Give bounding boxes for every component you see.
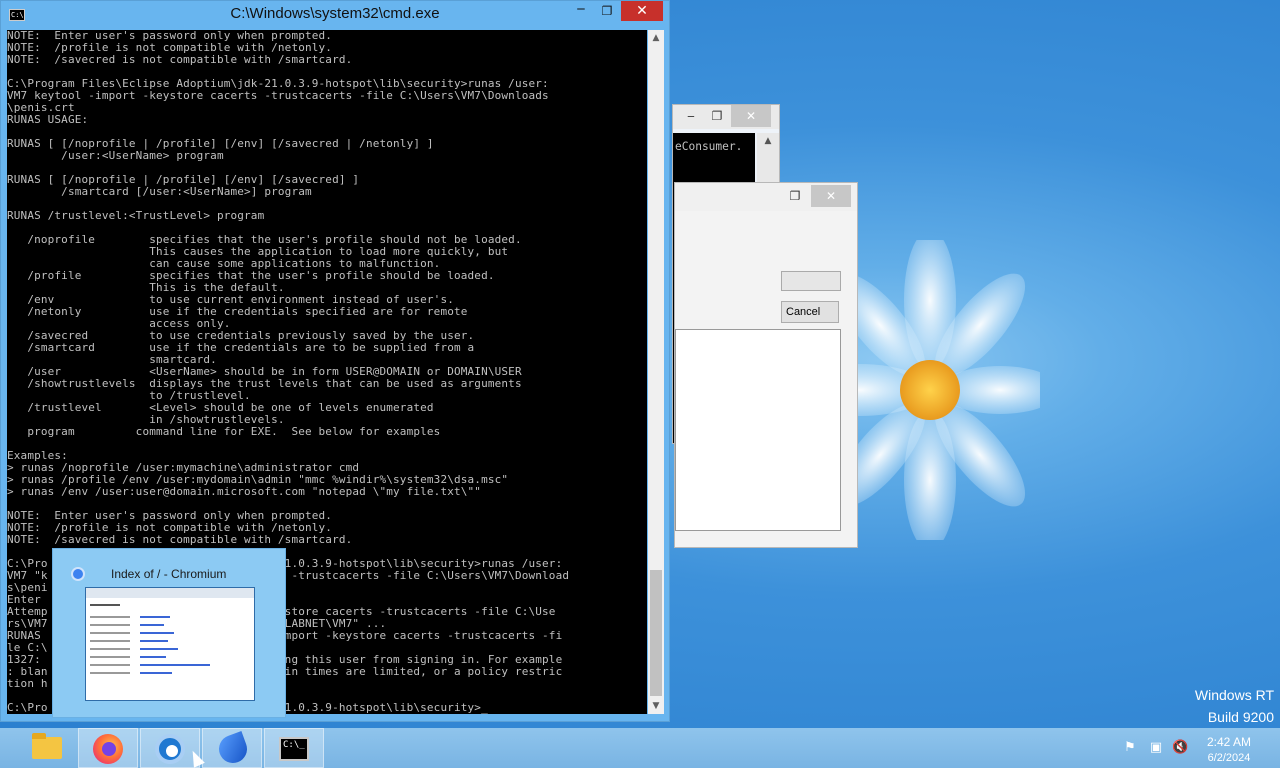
- chromium-preview-title: Index of / - Chromium: [111, 567, 227, 581]
- background-dialog-titlebar[interactable]: ❐ ✕: [675, 183, 857, 211]
- thumbnail-line: [140, 624, 164, 626]
- console-line: /smartcard [/user:<UserName>] program: [7, 185, 312, 198]
- maximize-icon[interactable]: ❐: [779, 185, 811, 207]
- chromium-preview-thumbnail[interactable]: [85, 587, 255, 701]
- action-center-flag-icon[interactable]: ⚑: [1122, 740, 1138, 756]
- cmd-icon: C:\_: [279, 737, 309, 761]
- feather-app-icon: [215, 731, 251, 767]
- thumbnail-line: [90, 664, 130, 666]
- scrollbar-thumb[interactable]: [650, 570, 662, 696]
- scroll-down-icon[interactable]: ▼: [648, 698, 664, 714]
- console-line: /user:<UserName> program: [7, 149, 224, 162]
- taskbar-app-button[interactable]: [202, 728, 262, 768]
- maximize-icon[interactable]: ❐: [701, 105, 733, 127]
- firefox-icon: [93, 734, 123, 764]
- network-icon[interactable]: ▣: [1148, 740, 1164, 756]
- thumbnail-line: [90, 648, 130, 650]
- background-window-titlebar[interactable]: ‒ ❐ ✕: [673, 105, 779, 129]
- watermark-line-1: Windows RT: [1194, 687, 1274, 703]
- console-line: > runas /env /user:user@domain.microsoft…: [7, 485, 482, 498]
- thumbnail-line: [140, 656, 166, 658]
- thumbnail-line: [140, 640, 168, 642]
- folder-icon: [32, 733, 62, 759]
- thumbnail-line: [140, 664, 210, 666]
- thumbnail-line: [140, 672, 172, 674]
- taskbar-file-explorer-button[interactable]: [16, 728, 76, 768]
- watermark-line-2: Build 9200: [1207, 709, 1274, 725]
- thumbnail-line: [90, 656, 130, 658]
- chromium-taskbar-preview[interactable]: Index of / - Chromium: [52, 548, 286, 718]
- thumbnail-line: [140, 632, 174, 634]
- minimize-icon[interactable]: ‒: [567, 1, 595, 21]
- thumbnail-line: [140, 616, 170, 618]
- thumbnail-heading: [90, 604, 120, 606]
- thumbnail-line: [90, 672, 130, 674]
- dialog-text-field[interactable]: [781, 271, 841, 291]
- thumbnail-browser-toolbar: [86, 588, 254, 598]
- clock-date: 6/2/2024: [1207, 752, 1251, 764]
- console-line: NOTE: /savecred is not compatible with /…: [7, 53, 353, 66]
- volume-muted-icon[interactable]: 🔇: [1172, 740, 1188, 756]
- background-console-line: eConsumer.: [675, 140, 743, 153]
- scroll-up-icon[interactable]: ▲: [648, 30, 664, 46]
- chromium-icon: [155, 734, 185, 764]
- background-console-line: [675, 159, 755, 183]
- close-icon[interactable]: ✕: [731, 105, 771, 127]
- background-dialog-window[interactable]: ❐ ✕ Cancel: [674, 182, 858, 548]
- clock-time: 2:42 AM: [1206, 735, 1252, 749]
- thumbnail-line: [90, 640, 130, 642]
- console-scrollbar[interactable]: ▲ ▼: [648, 30, 664, 714]
- windows-watermark: Windows RT Build 9200: [1195, 684, 1274, 728]
- thumbnail-line: [90, 632, 130, 634]
- console-line: VM7 keytool -import -keystore cacerts -t…: [7, 89, 549, 102]
- thumbnail-line: [140, 648, 178, 650]
- console-line: RUNAS /trustlevel:<TrustLevel> program: [7, 209, 265, 222]
- console-line: \penis.crt: [7, 101, 75, 114]
- console-line: program command line for EXE. See below …: [7, 425, 441, 438]
- cmd-titlebar[interactable]: C:\ C:\Windows\system32\cmd.exe ‒ ❐ ✕: [1, 1, 669, 29]
- chromium-icon: [71, 567, 85, 581]
- cancel-button[interactable]: Cancel: [781, 301, 839, 323]
- taskbar-clock[interactable]: 2:42 AM 6/2/2024: [1198, 734, 1260, 766]
- maximize-icon[interactable]: ❐: [595, 1, 619, 21]
- dialog-list-box[interactable]: [675, 329, 841, 531]
- scroll-up-icon[interactable]: ▲: [757, 133, 779, 149]
- taskbar-cmd-button[interactable]: C:\_: [264, 728, 324, 768]
- close-icon[interactable]: ✕: [621, 1, 663, 21]
- console-line: RUNAS USAGE:: [7, 113, 89, 126]
- thumbnail-line: [90, 616, 130, 618]
- thumbnail-line: [90, 624, 130, 626]
- close-icon[interactable]: ✕: [811, 185, 851, 207]
- taskbar-firefox-button[interactable]: [78, 728, 138, 768]
- console-line: NOTE: /savecred is not compatible with /…: [7, 533, 353, 546]
